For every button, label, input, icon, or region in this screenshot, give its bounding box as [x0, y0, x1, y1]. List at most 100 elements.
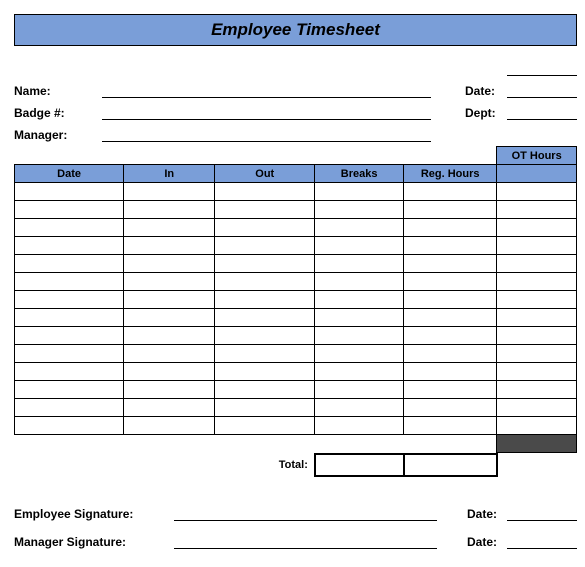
cell-reg[interactable]: [404, 381, 497, 399]
manager-signature-field[interactable]: [174, 535, 437, 549]
cell-in[interactable]: [124, 417, 215, 435]
cell-in[interactable]: [124, 183, 215, 201]
cell-date[interactable]: [15, 309, 124, 327]
employee-sig-date-field[interactable]: [507, 507, 577, 521]
cell-reg[interactable]: [404, 183, 497, 201]
cell-date[interactable]: [15, 417, 124, 435]
cell-date[interactable]: [15, 219, 124, 237]
cell-ot[interactable]: [497, 201, 577, 219]
cell-reg[interactable]: [404, 399, 497, 417]
cell-date[interactable]: [15, 273, 124, 291]
cell-ot[interactable]: [497, 399, 577, 417]
cell-in[interactable]: [124, 237, 215, 255]
cell-date[interactable]: [15, 291, 124, 309]
cell-reg[interactable]: [404, 309, 497, 327]
col-out: Out: [215, 165, 315, 183]
cell-date[interactable]: [15, 255, 124, 273]
cell-in[interactable]: [124, 363, 215, 381]
cell-breaks[interactable]: [315, 255, 404, 273]
cell-date[interactable]: [15, 327, 124, 345]
cell-breaks[interactable]: [315, 309, 404, 327]
cell-out[interactable]: [215, 219, 315, 237]
cell-out[interactable]: [215, 273, 315, 291]
cell-out[interactable]: [215, 255, 315, 273]
manager-field[interactable]: [102, 128, 431, 142]
cell-date[interactable]: [15, 381, 124, 399]
cell-date[interactable]: [15, 183, 124, 201]
cell-ot[interactable]: [497, 309, 577, 327]
cell-date[interactable]: [15, 363, 124, 381]
cell-ot[interactable]: [497, 255, 577, 273]
cell-ot[interactable]: [497, 363, 577, 381]
cell-date[interactable]: [15, 399, 124, 417]
cell-reg[interactable]: [404, 291, 497, 309]
cell-date[interactable]: [15, 237, 124, 255]
cell-breaks[interactable]: [315, 381, 404, 399]
cell-out[interactable]: [215, 183, 315, 201]
cell-in[interactable]: [124, 255, 215, 273]
cell-breaks[interactable]: [315, 273, 404, 291]
cell-in[interactable]: [124, 399, 215, 417]
cell-breaks[interactable]: [315, 345, 404, 363]
cell-out[interactable]: [215, 417, 315, 435]
cell-out[interactable]: [215, 237, 315, 255]
cell-reg[interactable]: [404, 237, 497, 255]
cell-reg[interactable]: [404, 327, 497, 345]
cell-breaks[interactable]: [315, 363, 404, 381]
cell-reg[interactable]: [404, 255, 497, 273]
cell-reg[interactable]: [404, 363, 497, 381]
cell-reg[interactable]: [404, 219, 497, 237]
table-row: [15, 201, 577, 219]
badge-field[interactable]: [102, 106, 431, 120]
cell-breaks[interactable]: [315, 219, 404, 237]
cell-breaks[interactable]: [315, 201, 404, 219]
cell-in[interactable]: [124, 201, 215, 219]
cell-ot[interactable]: [497, 183, 577, 201]
cell-ot[interactable]: [497, 237, 577, 255]
cell-out[interactable]: [215, 327, 315, 345]
cell-breaks[interactable]: [315, 417, 404, 435]
table-row: [15, 363, 577, 381]
cell-ot[interactable]: [497, 417, 577, 435]
cell-in[interactable]: [124, 309, 215, 327]
total-reg[interactable]: [404, 454, 497, 476]
cell-reg[interactable]: [404, 417, 497, 435]
cell-out[interactable]: [215, 201, 315, 219]
cell-date[interactable]: [15, 201, 124, 219]
employee-signature-field[interactable]: [174, 507, 437, 521]
cell-out[interactable]: [215, 363, 315, 381]
manager-sig-date-field[interactable]: [507, 535, 577, 549]
total-breaks[interactable]: [315, 454, 404, 476]
cell-out[interactable]: [215, 291, 315, 309]
cell-ot[interactable]: [497, 291, 577, 309]
cell-out[interactable]: [215, 345, 315, 363]
cell-out[interactable]: [215, 309, 315, 327]
cell-in[interactable]: [124, 381, 215, 399]
dept-field[interactable]: [507, 106, 577, 120]
cell-out[interactable]: [215, 381, 315, 399]
cell-ot[interactable]: [497, 345, 577, 363]
cell-breaks[interactable]: [315, 291, 404, 309]
cell-breaks[interactable]: [315, 327, 404, 345]
date-field[interactable]: [507, 84, 577, 98]
cell-in[interactable]: [124, 219, 215, 237]
cell-out[interactable]: [215, 399, 315, 417]
cell-in[interactable]: [124, 345, 215, 363]
cell-breaks[interactable]: [315, 399, 404, 417]
cell-in[interactable]: [124, 327, 215, 345]
cell-ot[interactable]: [497, 273, 577, 291]
cell-reg[interactable]: [404, 201, 497, 219]
header-extra-line: [507, 62, 577, 76]
cell-reg[interactable]: [404, 273, 497, 291]
cell-ot[interactable]: [497, 327, 577, 345]
date-label: Date:: [465, 84, 507, 98]
cell-in[interactable]: [124, 291, 215, 309]
cell-breaks[interactable]: [315, 183, 404, 201]
cell-in[interactable]: [124, 273, 215, 291]
cell-date[interactable]: [15, 345, 124, 363]
cell-ot[interactable]: [497, 381, 577, 399]
cell-breaks[interactable]: [315, 237, 404, 255]
name-field[interactable]: [102, 84, 431, 98]
cell-ot[interactable]: [497, 219, 577, 237]
cell-reg[interactable]: [404, 345, 497, 363]
